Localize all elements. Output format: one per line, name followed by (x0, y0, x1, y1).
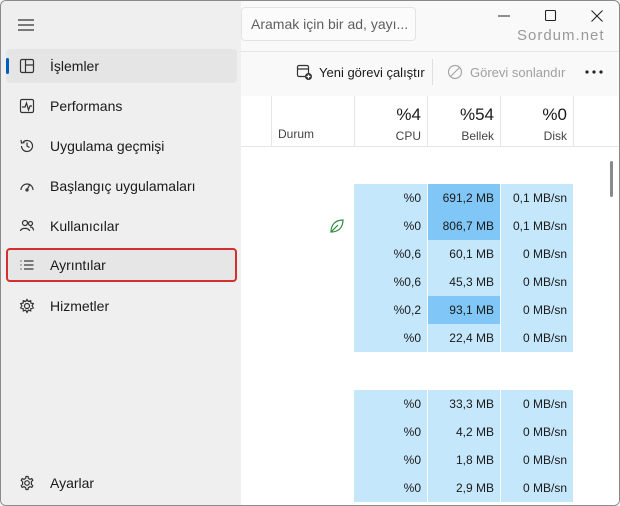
watermark-text: Sordum.net (517, 27, 605, 44)
table-row[interactable]: %0 691,2 MB 0,1 MB/sn (241, 184, 606, 212)
table-row[interactable]: %0 33,3 MB 0 MB/sn (241, 390, 606, 418)
sidebar: İşlemler Performans Uygulama geçmişi Baş… (1, 1, 241, 505)
sidebar-item-users[interactable]: Kullanıcılar (6, 209, 237, 243)
table-row[interactable]: %0 806,7 MB 0,1 MB/sn (241, 212, 606, 240)
toolbar-divider (241, 51, 619, 52)
gear-icon (18, 474, 36, 492)
memory-cell: 691,2 MB (428, 184, 500, 212)
column-header-cpu[interactable]: %4 CPU (355, 96, 427, 146)
table-row[interactable]: %0 1,8 MB 0 MB/sn (241, 446, 606, 474)
cpu-cell: %0 (354, 390, 427, 418)
memory-cell: 806,7 MB (428, 212, 500, 240)
disk-cell: 0,1 MB/sn (501, 184, 573, 212)
disk-cell: 0 MB/sn (501, 240, 573, 268)
cpu-cell: %0 (354, 324, 427, 352)
history-icon (18, 137, 36, 155)
cpu-cell: %0,6 (354, 268, 427, 296)
users-icon (18, 217, 36, 235)
end-task-label: Görevi sonlandır (470, 64, 566, 80)
search-input[interactable] (241, 7, 416, 41)
sidebar-item-app-history[interactable]: Uygulama geçmişi (6, 129, 237, 163)
disk-cell: 0 MB/sn (501, 296, 573, 324)
table-row[interactable]: %0,6 45,3 MB 0 MB/sn (241, 268, 606, 296)
disk-cell: 0 MB/sn (501, 474, 573, 502)
memory-cell: 4,2 MB (428, 418, 500, 446)
processes-icon (18, 57, 36, 75)
sidebar-item-label: Kullanıcılar (50, 218, 120, 234)
sidebar-item-label: Performans (50, 98, 123, 114)
sidebar-item-performance[interactable]: Performans (6, 89, 237, 123)
selection-indicator (6, 58, 9, 74)
table-row[interactable]: %0,6 60,1 MB 0 MB/sn (241, 240, 606, 268)
cpu-cell: %0 (354, 474, 427, 502)
cpu-cell: %0,6 (354, 240, 427, 268)
cpu-total: %4 (396, 105, 421, 124)
sidebar-item-details[interactable]: Ayrıntılar (6, 248, 237, 282)
sidebar-item-label: Ayarlar (50, 475, 95, 491)
leaf-icon (329, 218, 345, 234)
run-new-task-button[interactable]: Yeni görevi çalıştır (295, 59, 425, 85)
cpu-cell: %0 (354, 446, 427, 474)
sidebar-item-settings[interactable]: Ayarlar (6, 466, 237, 500)
sidebar-item-label: İşlemler (50, 58, 100, 74)
details-icon (18, 256, 36, 274)
sidebar-item-label: Uygulama geçmişi (50, 138, 165, 154)
disk-cell: 0 MB/sn (501, 324, 573, 352)
performance-icon (18, 97, 36, 115)
startup-icon (18, 177, 36, 195)
cpu-cell: %0 (354, 418, 427, 446)
hamburger-menu-icon[interactable] (15, 15, 37, 35)
run-new-task-label: Yeni görevi çalıştır (319, 64, 425, 80)
end-task-button[interactable]: Görevi sonlandır (446, 59, 565, 85)
cpu-cell: %0 (354, 184, 427, 212)
sidebar-item-services[interactable]: Hizmetler (6, 289, 237, 323)
task-manager-window: İşlemler Performans Uygulama geçmişi Baş… (0, 0, 620, 506)
vertical-scrollbar[interactable] (606, 146, 618, 505)
disk-cell: 0 MB/sn (501, 390, 573, 418)
header-divider (241, 146, 619, 147)
column-separator (573, 96, 574, 146)
block-icon (446, 63, 464, 81)
more-options-icon[interactable] (583, 63, 605, 81)
disk-header-label: Disk (543, 129, 567, 143)
column-header-status[interactable]: Durum (278, 127, 314, 141)
memory-cell: 33,3 MB (428, 390, 500, 418)
disk-cell: 0 MB/sn (501, 446, 573, 474)
cpu-cell: %0 (354, 212, 427, 240)
memory-cell: 45,3 MB (428, 268, 500, 296)
memory-header-label: Bellek (461, 129, 494, 143)
disk-cell: 0 MB/sn (501, 418, 573, 446)
table-row[interactable]: %0 2,9 MB 0 MB/sn (241, 474, 606, 502)
memory-cell: 1,8 MB (428, 446, 500, 474)
column-header-memory[interactable]: %54 Bellek (428, 96, 500, 146)
table-row[interactable]: %0 4,2 MB 0 MB/sn (241, 418, 606, 446)
sidebar-item-label: Ayrıntılar (50, 257, 106, 273)
toolbar-separator (432, 59, 433, 85)
column-header-disk[interactable]: %0 Disk (501, 96, 573, 146)
sidebar-item-label: Hizmetler (50, 298, 110, 314)
sidebar-item-processes[interactable]: İşlemler (6, 49, 237, 83)
memory-cell: 60,1 MB (428, 240, 500, 268)
disk-cell: 0,1 MB/sn (501, 212, 573, 240)
table-row[interactable]: %0,2 93,1 MB 0 MB/sn (241, 296, 606, 324)
memory-cell: 93,1 MB (428, 296, 500, 324)
disk-total: %0 (542, 105, 567, 124)
memory-cell: 22,4 MB (428, 324, 500, 352)
cpu-cell: %0,2 (354, 296, 427, 324)
column-separator (271, 96, 272, 146)
table-row[interactable]: %0 22,4 MB 0 MB/sn (241, 324, 606, 352)
memory-cell: 2,9 MB (428, 474, 500, 502)
memory-total: %54 (459, 105, 494, 124)
disk-cell: 0 MB/sn (501, 268, 573, 296)
sidebar-item-label: Başlangıç uygulamaları (50, 178, 196, 194)
sidebar-item-startup-apps[interactable]: Başlangıç uygulamaları (6, 169, 237, 203)
cpu-header-label: CPU (395, 129, 421, 143)
scrollbar-thumb[interactable] (610, 161, 613, 197)
new-task-icon (295, 63, 313, 81)
services-icon (18, 297, 36, 315)
